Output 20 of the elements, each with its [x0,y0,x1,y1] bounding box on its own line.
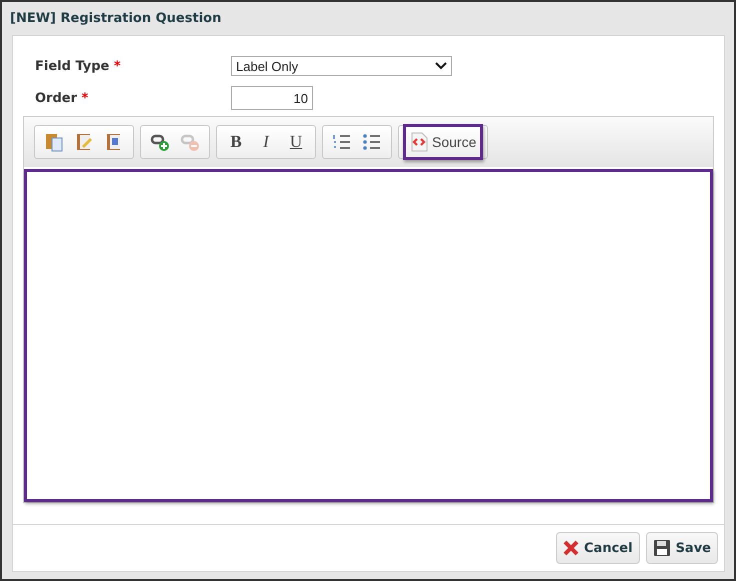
link-add-icon [150,132,170,152]
cancel-button[interactable]: Cancel [556,532,640,564]
save-button[interactable]: Save [646,532,718,564]
italic-button[interactable]: I [251,128,281,156]
field-label: Order * [35,90,90,106]
notepad-pencil-icon [74,132,94,152]
underline-button[interactable]: U [281,128,311,156]
bulleted-list-icon [362,132,382,152]
source-button[interactable]: Source [403,124,484,160]
field-label: Field Type * [35,58,122,74]
link-remove-icon [180,132,200,152]
field-type-select[interactable]: Label Only [231,56,452,76]
clipboard-icon [44,132,64,152]
close-icon [563,540,580,556]
numbered-list-icon [332,132,352,152]
order-input[interactable]: 10 [231,86,313,110]
chevron-down-icon [435,62,447,70]
bold-button[interactable]: B [221,128,251,156]
window-title: [NEW] Registration Question [9,10,222,28]
code-document-icon [410,132,428,152]
